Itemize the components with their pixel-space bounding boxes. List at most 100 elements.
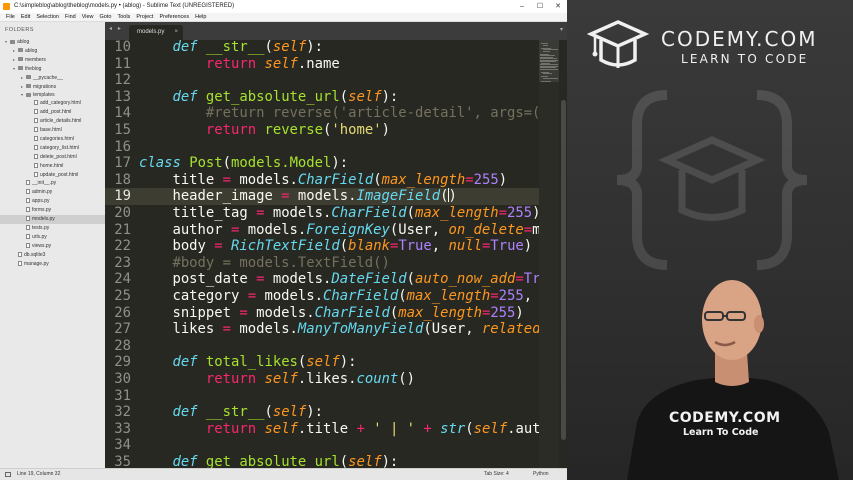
code-line[interactable]: 35 def get_absolute_url(self): — [105, 454, 539, 468]
code-line[interactable]: 20 title_tag = models.CharField(max_leng… — [105, 205, 539, 222]
close-icon[interactable]: ✕ — [549, 0, 567, 13]
menu-file[interactable]: File — [3, 13, 18, 21]
status-tab-size[interactable]: Tab Size: 4 — [484, 469, 509, 480]
maximize-icon[interactable]: ☐ — [531, 0, 549, 13]
menu-help[interactable]: Help — [192, 13, 209, 21]
sidebar-file[interactable]: base.html — [0, 126, 105, 135]
line-source: return self.name — [139, 56, 340, 73]
code-line[interactable]: 14 #return reverse('article-detail', arg… — [105, 105, 539, 122]
scrollbar-thumb[interactable] — [561, 100, 566, 440]
menu-view[interactable]: View — [79, 13, 97, 21]
code-line[interactable]: 12 — [105, 72, 539, 89]
code-line[interactable]: 26 snippet = models.CharField(max_length… — [105, 305, 539, 322]
code-token: class — [139, 155, 181, 172]
sidebar-file[interactable]: db.sqlite3 — [0, 251, 105, 260]
status-syntax[interactable]: Python — [533, 469, 549, 480]
code-line[interactable]: 33 return self.title + ' | ' + str(self.… — [105, 421, 539, 438]
menu-tools[interactable]: Tools — [114, 13, 133, 21]
menu-edit[interactable]: Edit — [18, 13, 33, 21]
file-icon — [26, 233, 30, 239]
sidebar-folder[interactable]: ▸ __pycache__ — [0, 73, 105, 82]
sidebar-file[interactable]: tests.py — [0, 224, 105, 233]
minimap[interactable] — [539, 40, 559, 468]
code-line[interactable]: 30 return self.likes.count() — [105, 371, 539, 388]
code-token: ) — [523, 238, 533, 255]
minimap-line — [542, 73, 552, 74]
code-token: + — [356, 420, 365, 437]
sidebar-file[interactable]: home.html — [0, 162, 105, 171]
title-bar: C:\simpleblog\ablog\theblog\models.py • … — [0, 0, 567, 13]
sidebar-item-label: update_post.html — [40, 171, 79, 178]
folder-icon — [18, 57, 23, 62]
code-token: self — [348, 88, 382, 105]
sidebar-folder[interactable]: ▸ ablog — [0, 46, 105, 55]
sidebar-file[interactable]: manage.py — [0, 260, 105, 269]
menu-selection[interactable]: Selection — [33, 13, 62, 21]
tab-nav-arrows-icon[interactable]: ◂ ▸ — [109, 25, 123, 32]
code-line[interactable]: 27 likes = models.ManyToManyField(User, … — [105, 321, 539, 338]
sidebar-file[interactable]: delete_post.html — [0, 153, 105, 162]
menu-find[interactable]: Find — [62, 13, 79, 21]
sidebar-folder[interactable]: ▾ theblog — [0, 64, 105, 73]
code-token: ManyToManyField — [297, 321, 424, 338]
sidebar-file[interactable]: urls.py — [0, 233, 105, 242]
tab-dropdown-icon[interactable]: ▾ — [560, 26, 563, 33]
status-cursor-position: Line 19, Column 32 — [17, 471, 61, 477]
code-line[interactable]: 29 def total_likes(self): — [105, 354, 539, 371]
sidebar-folder[interactable]: ▾ templates — [0, 90, 105, 99]
code-token: , — [431, 238, 449, 255]
minimize-icon[interactable]: – — [513, 0, 531, 13]
code-line[interactable]: 25 category = models.CharField(max_lengt… — [105, 288, 539, 305]
file-icon — [34, 118, 38, 124]
code-line[interactable]: 22 body = RichTextField(blank=True, null… — [105, 238, 539, 255]
sidebar-file[interactable]: update_post.html — [0, 171, 105, 180]
menu-preferences[interactable]: Preferences — [156, 13, 192, 21]
code-line[interactable]: 28 — [105, 338, 539, 355]
sidebar-file[interactable]: category_list.html — [0, 144, 105, 153]
sidebar-file[interactable]: add_category.html — [0, 99, 105, 108]
sidebar-file[interactable]: views.py — [0, 242, 105, 251]
sidebar-file[interactable]: __init__.py — [0, 179, 105, 188]
tab-models-py[interactable]: models.py × — [129, 25, 183, 40]
code-token: ( — [465, 420, 474, 437]
panel-toggle-icon[interactable] — [5, 472, 11, 477]
code-line[interactable]: 21 author = models.ForeignKey(User, on_d… — [105, 222, 539, 239]
code-line[interactable]: 31 — [105, 388, 539, 405]
code-line[interactable]: 15 return reverse('home') — [105, 122, 539, 139]
code-line[interactable]: 32 def __str__(self): — [105, 404, 539, 421]
sidebar-file[interactable]: admin.py — [0, 188, 105, 197]
code-token: blank — [348, 238, 390, 255]
code-line[interactable]: 19 header_image = models.ImageField() — [105, 188, 539, 205]
code-line[interactable]: 13 def get_absolute_url(self): — [105, 89, 539, 106]
sidebar-folder[interactable]: ▸ migrations — [0, 82, 105, 91]
code-token: = — [515, 271, 524, 288]
file-icon — [34, 127, 38, 132]
code-line[interactable]: 34 — [105, 437, 539, 454]
menu-project[interactable]: Project — [133, 13, 156, 21]
tab-close-icon[interactable]: × — [174, 25, 178, 39]
code-token: ( — [222, 155, 232, 172]
sidebar-folder[interactable]: ▸ members — [0, 55, 105, 64]
vertical-scrollbar[interactable] — [560, 40, 567, 468]
line-source: header_image = models.ImageField() — [139, 188, 457, 205]
code-line[interactable]: 16 — [105, 139, 539, 156]
code-editor[interactable]: 10 def __str__(self): 11 return self.name… — [105, 40, 539, 468]
code-line[interactable]: 17 class Post(models.Model): — [105, 155, 539, 172]
sidebar-file[interactable]: categories.html — [0, 135, 105, 144]
sidebar-file[interactable]: article_details.html — [0, 117, 105, 126]
code-token: ( — [406, 271, 416, 288]
code-line[interactable]: 18 title = models.CharField(max_length=2… — [105, 172, 539, 189]
code-line[interactable]: 23 #body = models.TextField() — [105, 255, 539, 272]
sidebar-file[interactable]: apps.py — [0, 197, 105, 206]
sidebar-file[interactable]: add_post.html — [0, 108, 105, 117]
sidebar-file[interactable]: models.py — [0, 215, 105, 224]
sidebar-folder[interactable]: ▾ ablog — [0, 37, 105, 46]
sidebar-file[interactable]: forms.py — [0, 206, 105, 215]
menu-goto[interactable]: Goto — [97, 13, 115, 21]
code-line[interactable]: 11 return self.name — [105, 56, 539, 73]
code-line[interactable]: 24 post_date = models.DateField(auto_now… — [105, 271, 539, 288]
line-number: 15 — [114, 122, 131, 138]
code-line[interactable]: 10 def __str__(self): — [105, 40, 539, 56]
